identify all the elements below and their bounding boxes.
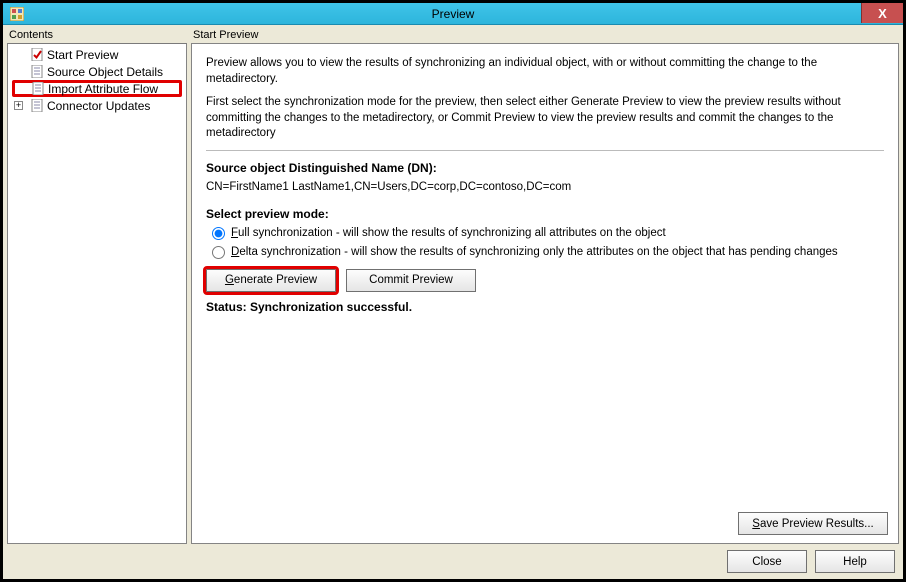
sidebar: Contents Start Preview xyxy=(7,27,187,544)
mode-label: Select preview mode: xyxy=(206,207,884,221)
dn-label: Source object Distinguished Name (DN): xyxy=(206,161,884,175)
status-text: Status: Synchronization successful. xyxy=(206,300,884,314)
generate-preview-button[interactable]: Generate Preview xyxy=(206,269,336,292)
doc-icon xyxy=(30,65,44,79)
doc-icon xyxy=(30,99,44,113)
tree-item-label: Start Preview xyxy=(47,48,118,62)
tree-view[interactable]: Start Preview Source Object Details xyxy=(7,43,187,544)
save-button-wrap: Save Preview Results... xyxy=(738,512,888,535)
doc-icon xyxy=(31,82,45,96)
expand-icon[interactable]: + xyxy=(14,101,23,110)
tree-item-label: Import Attribute Flow xyxy=(48,82,158,96)
help-button[interactable]: Help xyxy=(815,550,895,573)
button-row: Generate Preview Commit Preview xyxy=(206,269,884,292)
window-title: Preview xyxy=(432,7,475,21)
radio-full-label: Full synchronization - will show the res… xyxy=(231,227,666,239)
content-header: Start Preview xyxy=(191,27,899,43)
radio-delta-label: Delta synchronization - will show the re… xyxy=(231,246,838,258)
divider xyxy=(206,150,884,151)
commit-preview-button[interactable]: Commit Preview xyxy=(346,269,476,292)
tree-item-source-object-details[interactable]: Source Object Details xyxy=(8,63,186,80)
close-icon[interactable]: X xyxy=(861,3,903,23)
intro-text-2: First select the synchronization mode fo… xyxy=(206,95,884,142)
tree-item-label: Source Object Details xyxy=(47,65,163,79)
sidebar-header: Contents xyxy=(7,27,187,43)
app-icon xyxy=(9,6,25,22)
tree-item-import-attribute-flow[interactable]: Import Attribute Flow xyxy=(12,80,182,97)
radio-full-input[interactable] xyxy=(212,227,225,240)
tree-item-start-preview[interactable]: Start Preview xyxy=(8,46,186,63)
radio-full-sync[interactable]: Full synchronization - will show the res… xyxy=(206,227,884,240)
check-doc-icon xyxy=(30,48,44,62)
tree-item-connector-updates[interactable]: + Connector Updates xyxy=(8,97,186,114)
main-area: Contents Start Preview xyxy=(7,27,899,544)
titlebar: Preview X xyxy=(3,3,903,25)
client-area: Contents Start Preview xyxy=(3,25,903,579)
dn-value: CN=FirstName1 LastName1,CN=Users,DC=corp… xyxy=(206,181,884,193)
preview-window: Preview X Contents Start Preview xyxy=(0,0,906,582)
content-panel: Start Preview Preview allows you to view… xyxy=(191,27,899,544)
content-box: Preview allows you to view the results o… xyxy=(191,43,899,544)
close-button[interactable]: Close xyxy=(727,550,807,573)
intro-text-1: Preview allows you to view the results o… xyxy=(206,56,884,87)
radio-delta-sync[interactable]: Delta synchronization - will show the re… xyxy=(206,246,884,259)
tree-item-label: Connector Updates xyxy=(47,99,150,113)
radio-delta-input[interactable] xyxy=(212,246,225,259)
save-preview-results-button[interactable]: Save Preview Results... xyxy=(738,512,888,535)
footer-buttons: Close Help xyxy=(7,544,899,575)
